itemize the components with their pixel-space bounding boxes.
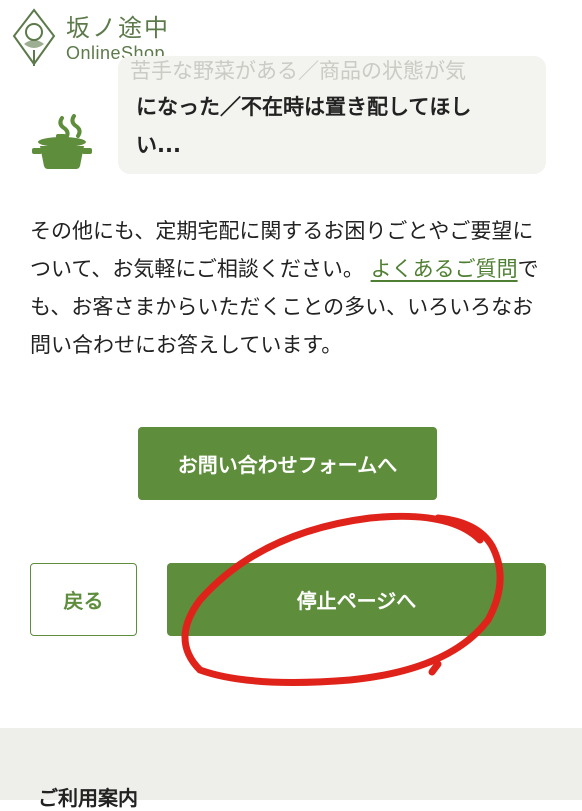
chat-bubble-text: になった／不在時は置き配してほし い... — [136, 88, 546, 164]
chat-bubble-line-2: い... — [136, 133, 181, 157]
contact-form-button[interactable]: お問い合わせフォームへ — [138, 427, 437, 500]
cooking-pot-icon — [32, 114, 92, 169]
chat-bubble-line-1: になった／不在時は置き配してほし — [136, 95, 472, 119]
stop-page-button[interactable]: 停止ページへ — [167, 563, 546, 636]
info-paragraph: その他にも、定期宅配に関するお困りごとやご要望について、お気軽にご相談ください。… — [30, 212, 550, 364]
back-button[interactable]: 戻る — [30, 563, 137, 636]
logo-kanji: 坂ノ途中 — [66, 14, 170, 42]
chat-faded-line: 苦手な野菜がある／商品の状態が気 — [130, 59, 466, 83]
logo-emblem-icon — [12, 8, 56, 66]
faq-link[interactable]: よくあるご質問 — [371, 257, 518, 281]
footer-title: ご利用案内 — [38, 786, 138, 810]
footer: ご利用案内 — [0, 728, 582, 810]
